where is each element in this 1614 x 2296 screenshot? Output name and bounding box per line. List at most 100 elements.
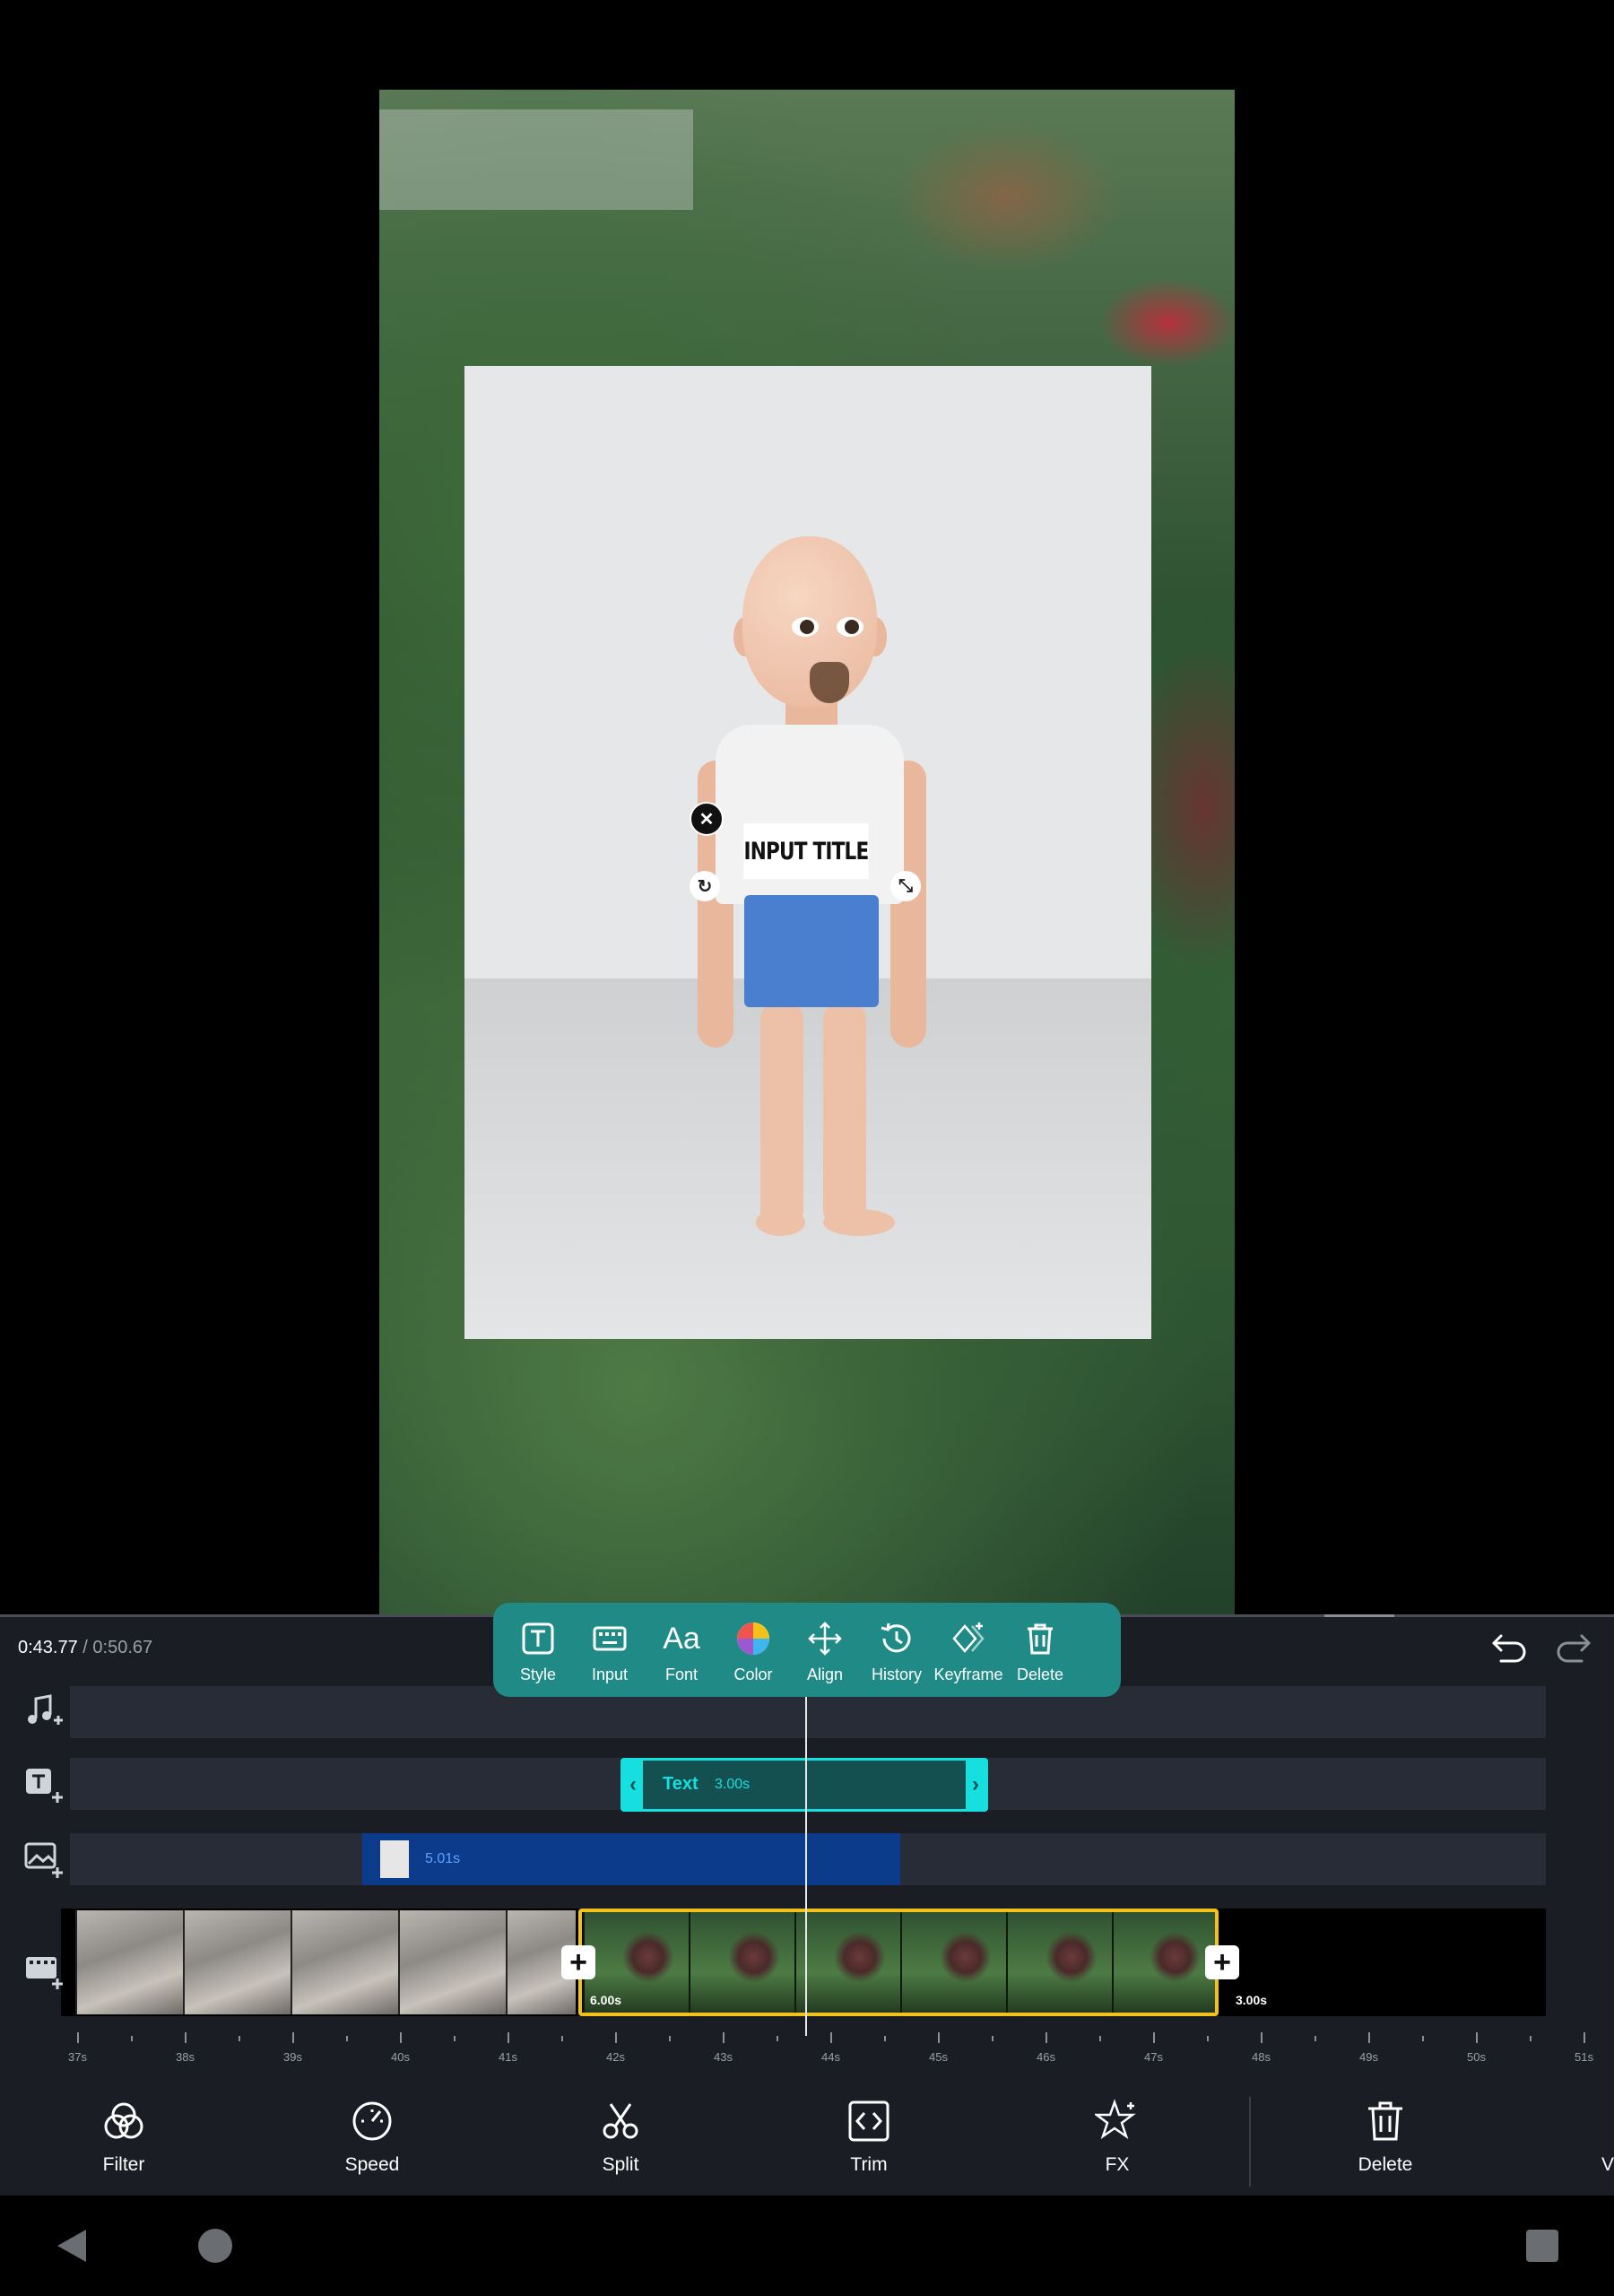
ruler-tick: [615, 2032, 617, 2043]
clip-actions-bar: Filter Speed Split Trim FX Delete: [0, 2081, 1614, 2196]
ruler-minor-tick: [346, 2036, 348, 2041]
current-time: 0:43.77: [18, 1638, 78, 1657]
history-icon: [881, 1622, 911, 1653]
delete-label: Delete: [1358, 2154, 1413, 2175]
fx-button[interactable]: FX: [1054, 2081, 1180, 2196]
input-button[interactable]: Input: [574, 1603, 646, 1697]
speed-label: Speed: [344, 2154, 400, 2175]
add-transition-button[interactable]: +: [1205, 1945, 1239, 1979]
ruler-tick: [185, 2032, 187, 2043]
speed-button[interactable]: Speed: [309, 2081, 435, 2196]
split-label: Split: [602, 2154, 639, 2175]
partial-action-label[interactable]: V: [1601, 2154, 1614, 2176]
time-ruler[interactable]: 37s 38s 39s 40s 41s 42s 43s 44s 45s 46s 47s 48s 49s 5…: [61, 2032, 1593, 2068]
ruler-label: 46s: [1037, 2050, 1055, 2064]
ruler-label: 50s: [1467, 2050, 1486, 2064]
ruler-label: 43s: [714, 2050, 733, 2064]
avatar-eye: [792, 617, 819, 637]
clip-frame: [183, 1910, 291, 2014]
avatar-foot: [823, 1209, 895, 1236]
trash-icon: [1368, 2101, 1402, 2141]
overlay-thumbnail: [380, 1840, 409, 1878]
input-label: Input: [591, 1665, 629, 1683]
add-music-icon[interactable]: [23, 1692, 63, 1731]
ruler-minor-tick: [1530, 2036, 1532, 2041]
ruler-tick: [1261, 2032, 1263, 2043]
ruler-label: 37s: [68, 2050, 87, 2064]
color-label: Color: [733, 1665, 773, 1683]
style-button[interactable]: Style: [502, 1603, 574, 1697]
redo-icon[interactable]: [1551, 1625, 1594, 1668]
trim-button[interactable]: Trim: [806, 2081, 932, 2196]
color-button[interactable]: Color: [717, 1603, 789, 1697]
add-overlay-icon[interactable]: [23, 1839, 63, 1878]
back-icon[interactable]: [52, 2226, 91, 2266]
align-button[interactable]: Align: [789, 1603, 861, 1697]
text-overlay-title[interactable]: INPUT TITLE: [743, 823, 869, 879]
speedometer-icon: [352, 2101, 392, 2141]
next-clip-duration: 3.00s: [1236, 1993, 1268, 2007]
avatar-foot: [756, 1209, 805, 1236]
split-button[interactable]: Split: [558, 2081, 683, 2196]
ruler-minor-tick: [131, 2036, 133, 2041]
clip-frame: [291, 1910, 398, 2014]
resize-icon[interactable]: ⤡: [890, 871, 921, 901]
ruler-label: 51s: [1575, 2050, 1593, 2064]
home-icon[interactable]: [195, 2226, 235, 2266]
overlay-clip-duration: 5.01s: [425, 1851, 461, 1866]
total-time: 0:50.67: [92, 1638, 153, 1657]
style-label: Style: [519, 1665, 557, 1683]
ruler-label: 40s: [391, 2050, 410, 2064]
system-nav-bar: [0, 2196, 1614, 2296]
close-icon[interactable]: ✕: [690, 802, 724, 836]
history-label: History: [871, 1665, 922, 1683]
filter-label: Filter: [102, 2154, 145, 2175]
ruler-tick: [938, 2032, 940, 2043]
font-button[interactable]: Aa Font: [646, 1603, 717, 1697]
clip-frame: [398, 1910, 506, 2014]
color-wheel-icon: [737, 1622, 769, 1655]
filter-button[interactable]: Filter: [61, 2081, 187, 2196]
ruler-minor-tick: [669, 2036, 671, 2041]
align-label: Align: [806, 1665, 844, 1683]
text-clip[interactable]: ‹ Text 3.00s ›: [620, 1758, 988, 1812]
text-clip-duration: 3.00s: [715, 1777, 751, 1792]
trim-label: Trim: [850, 2154, 888, 2175]
ruler-minor-tick: [1422, 2036, 1424, 2041]
delete-text-button[interactable]: Delete: [1004, 1603, 1076, 1697]
ruler-minor-tick: [992, 2036, 994, 2041]
recents-icon[interactable]: [1524, 2228, 1560, 2264]
ruler-tick: [400, 2032, 402, 2043]
ruler-tick: [723, 2032, 725, 2043]
ruler-tick: [1153, 2032, 1155, 2043]
text-edit-toolbar: Style Input Aa Font Color Align History …: [493, 1603, 1121, 1697]
clip-left-handle[interactable]: ‹: [623, 1761, 643, 1809]
history-button[interactable]: History: [861, 1603, 933, 1697]
clip-right-handle[interactable]: ›: [966, 1761, 985, 1809]
playhead[interactable]: [805, 1695, 807, 2036]
ruler-minor-tick: [884, 2036, 886, 2041]
font-icon: Aa: [663, 1622, 700, 1656]
ruler-minor-tick: [1315, 2036, 1316, 2041]
ruler-label: 49s: [1359, 2050, 1378, 2064]
rotate-icon[interactable]: ↻: [690, 871, 720, 901]
add-text-icon[interactable]: [23, 1765, 63, 1805]
overlay-clip[interactable]: 5.01s: [362, 1833, 900, 1885]
move-arrows-icon: [808, 1622, 842, 1656]
selected-video-clip[interactable]: [578, 1909, 1219, 2016]
delete-label: Delete: [1016, 1665, 1064, 1683]
ruler-tick: [1046, 2032, 1047, 2043]
keyframe-label: Keyframe: [933, 1665, 1003, 1683]
clip-frame: [75, 1910, 183, 2014]
ruler-tick: [508, 2032, 509, 2043]
fx-label: FX: [1105, 2154, 1130, 2175]
delete-clip-button[interactable]: Delete: [1323, 2081, 1448, 2196]
ruler-label: 44s: [821, 2050, 840, 2064]
add-clip-icon[interactable]: [23, 1952, 63, 1991]
ruler-minor-tick: [777, 2036, 778, 2041]
time-separator: /: [77, 1638, 93, 1657]
add-transition-button[interactable]: +: [561, 1945, 595, 1979]
undo-icon[interactable]: [1488, 1625, 1532, 1668]
filter-icon: [104, 2102, 143, 2139]
keyframe-button[interactable]: Keyframe: [933, 1603, 1004, 1697]
